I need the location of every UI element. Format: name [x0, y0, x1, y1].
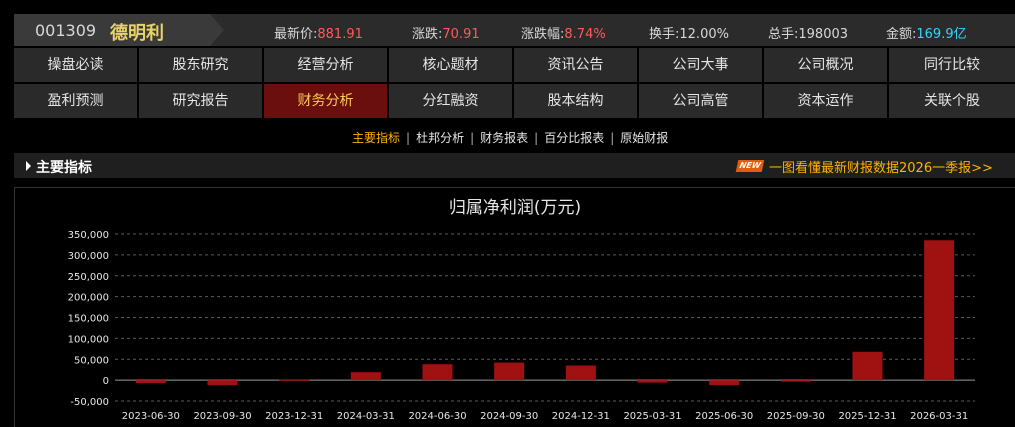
section-bar: 主要指标 NEW 一图看懂最新财报数据2026一季报>>	[14, 153, 1015, 178]
sub-tab-separator: |	[534, 131, 539, 145]
nav-item-row1-6[interactable]: 公司大事	[639, 48, 762, 82]
bar-2026-03-31[interactable]	[924, 240, 955, 381]
sub-tab-separator: |	[406, 131, 411, 145]
nav-item-row1-8[interactable]: 同行比较	[889, 48, 1015, 82]
nav-row-2: 盈利预测 研究报告 财务分析 分红融资 股本结构 公司高管 资本运作 关联个股	[14, 84, 1015, 118]
report-promo-link[interactable]: 一图看懂最新财报数据2026一季报>>	[769, 157, 993, 176]
sub-tab-4[interactable]: 百分比报表	[544, 131, 604, 145]
amount-value: 169.9亿	[916, 27, 967, 42]
sub-tab-5[interactable]: 原始财报	[620, 131, 668, 145]
y-tick-label: 300,000	[68, 251, 109, 262]
nav-item-row2-5[interactable]: 股本结构	[514, 84, 637, 118]
x-tick-label: 2026-03-31	[910, 411, 968, 422]
bar-2025-09-30[interactable]	[780, 380, 811, 382]
nav-item-row1-5[interactable]: 资讯公告	[514, 48, 637, 82]
stock-identity: 001309 德明利	[14, 14, 224, 46]
x-tick-label: 2024-12-31	[552, 411, 610, 422]
y-tick-label: -50,000	[70, 397, 109, 408]
nav-item-row1-1[interactable]: 操盘必读	[14, 48, 137, 82]
volume-field: 总手:198003	[768, 23, 848, 42]
bar-2025-06-30[interactable]	[709, 380, 740, 386]
change-value: 70.91	[442, 27, 480, 42]
nav-item-row2-6[interactable]: 公司高管	[639, 84, 762, 118]
bar-2024-09-30[interactable]	[494, 362, 525, 381]
nav-item-row1-7[interactable]: 公司概况	[764, 48, 887, 82]
x-tick-label: 2025-06-30	[695, 411, 753, 422]
bar-2024-06-30[interactable]	[422, 364, 453, 381]
nav-item-row1-2[interactable]: 股东研究	[139, 48, 262, 82]
sub-tabs: 主要指标 | 杜邦分析 | 财务报表 | 百分比报表 | 原始财报	[352, 129, 668, 146]
y-tick-label: 250,000	[68, 272, 109, 283]
y-tick-label: 150,000	[68, 314, 109, 325]
bar-2024-03-31[interactable]	[350, 372, 381, 381]
turnover-label: 换手:	[649, 27, 680, 42]
y-tick-label: 200,000	[68, 293, 109, 304]
section-title: 主要指标	[36, 160, 92, 176]
x-tick-label: 2023-06-30	[122, 411, 180, 422]
price-value: 881.91	[317, 27, 363, 42]
nav-row-1: 操盘必读 股东研究 经营分析 核心题材 资讯公告 公司大事 公司概况 同行比较	[14, 48, 1015, 82]
chart-panel: 归属净利润(万元) 350,000 300,000 250,000 200,000 15…	[14, 187, 1015, 427]
sub-tab-3[interactable]: 财务报表	[480, 131, 528, 145]
x-tick-label: 2023-12-31	[265, 411, 323, 422]
x-tick-label: 2024-09-30	[480, 411, 538, 422]
bar-2024-12-31[interactable]	[565, 365, 596, 381]
amount-label: 金额:	[886, 27, 917, 42]
sub-tab-1[interactable]: 主要指标	[352, 131, 400, 145]
nav-item-row2-8[interactable]: 关联个股	[889, 84, 1015, 118]
net-profit-chart: 归属净利润(万元) 350,000 300,000 250,000 200,000 15…	[68, 198, 975, 422]
stock-code: 001309	[35, 21, 97, 40]
bar-2023-09-30[interactable]	[207, 380, 238, 386]
y-tick-label: 0	[103, 376, 109, 387]
page: 001309 德明利 最新价:881.91 涨跌:70.91 涨跌幅:8.74%…	[0, 0, 1015, 427]
nav-item-row2-3[interactable]: 财务分析	[264, 84, 387, 118]
x-tick-label: 2024-03-31	[337, 411, 395, 422]
x-tick-label: 2025-09-30	[767, 411, 825, 422]
x-tick-label: 2024-06-30	[408, 411, 466, 422]
x-tick-label: 2025-12-31	[838, 411, 896, 422]
y-tick-label: 50,000	[74, 355, 109, 366]
stock-name: 德明利	[110, 23, 164, 44]
price-field: 最新价:881.91	[274, 23, 363, 42]
turnover-field: 换手:12.00%	[649, 23, 729, 42]
change-pct-label: 涨跌幅:	[521, 27, 565, 42]
bar-2023-12-31[interactable]	[279, 379, 310, 381]
change-label: 涨跌:	[412, 27, 443, 42]
sub-tab-separator: |	[610, 131, 615, 145]
bar-2025-03-31[interactable]	[637, 380, 668, 383]
turnover-value: 12.00%	[679, 27, 729, 42]
nav-item-row1-3[interactable]: 经营分析	[264, 48, 387, 82]
main-nav: 操盘必读 股东研究 经营分析 核心题材 资讯公告 公司大事 公司概况 同行比较 盈利预测 研究报…	[14, 48, 1015, 120]
amount-field: 金额:169.9亿	[886, 23, 967, 42]
expand-arrow-icon[interactable]	[26, 161, 31, 171]
nav-item-row2-1[interactable]: 盈利预测	[14, 84, 137, 118]
change-field: 涨跌:70.91	[412, 23, 480, 42]
x-tick-label: 2023-09-30	[193, 411, 251, 422]
volume-label: 总手:	[768, 27, 799, 42]
sub-tab-2[interactable]: 杜邦分析	[416, 131, 464, 145]
new-badge: NEW	[735, 160, 765, 172]
nav-item-row2-4[interactable]: 分红融资	[389, 84, 512, 118]
sub-tab-separator: |	[470, 131, 475, 145]
change-pct-field: 涨跌幅:8.74%	[521, 23, 606, 42]
nav-item-row2-7[interactable]: 资本运作	[764, 84, 887, 118]
y-tick-label: 350,000	[68, 230, 109, 241]
chart-title: 归属净利润(万元)	[449, 198, 581, 218]
quote-header: 001309 德明利 最新价:881.91 涨跌:70.91 涨跌幅:8.74%…	[14, 14, 1015, 46]
y-tick-label: 100,000	[68, 334, 109, 345]
nav-item-row2-2[interactable]: 研究报告	[139, 84, 262, 118]
price-label: 最新价:	[274, 27, 318, 42]
bar-2025-12-31[interactable]	[852, 351, 883, 381]
change-pct-value: 8.74%	[564, 27, 606, 42]
x-tick-label: 2025-03-31	[623, 411, 681, 422]
volume-value: 198003	[798, 27, 849, 42]
nav-item-row1-4[interactable]: 核心题材	[389, 48, 512, 82]
bar-2023-06-30[interactable]	[135, 380, 166, 384]
